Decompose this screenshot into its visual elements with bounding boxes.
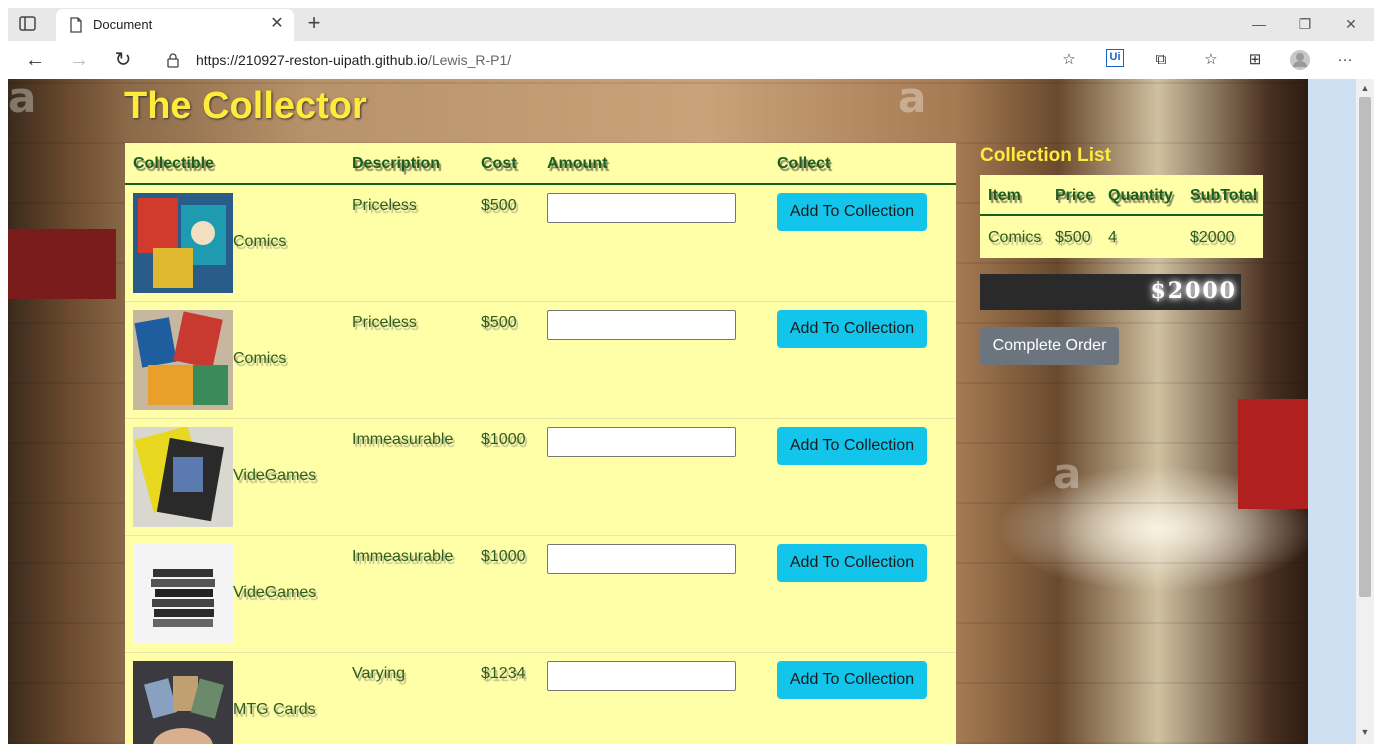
- collectible-name: VideGames: [233, 584, 317, 601]
- collectible-name: Comics: [233, 233, 287, 250]
- restore-icon[interactable]: ❐: [1292, 14, 1318, 34]
- header-item: Item: [988, 187, 1021, 204]
- collectible-cost: $1000: [481, 548, 526, 565]
- list-item-price: $500: [1055, 229, 1091, 246]
- order-total: $2000: [1150, 278, 1237, 304]
- collectible-cost: $500: [481, 197, 517, 214]
- list-item-name: Comics: [988, 229, 1042, 246]
- add-to-collection-button[interactable]: Add To Collection: [777, 544, 927, 582]
- forward-icon[interactable]: →: [66, 48, 92, 72]
- header-description: Description: [352, 155, 441, 172]
- collections-icon[interactable]: ⊞: [1244, 49, 1266, 71]
- collectible-cost: $1234: [481, 665, 526, 682]
- close-tab-icon[interactable]: ✕: [268, 15, 286, 33]
- uipath-extension-icon[interactable]: Ui: [1106, 49, 1124, 67]
- list-item-quantity: 4: [1108, 229, 1117, 246]
- amount-input[interactable]: [547, 310, 736, 340]
- back-icon[interactable]: ←: [22, 48, 48, 72]
- watermark-logo: a: [8, 79, 37, 122]
- add-to-collection-button[interactable]: Add To Collection: [777, 310, 927, 348]
- amount-input[interactable]: [547, 193, 736, 223]
- table-row: VideGames Immeasurable $1000 Add To Coll…: [125, 419, 956, 536]
- table-row: Comics Priceless $500 Add To Collection: [125, 302, 956, 419]
- amount-input[interactable]: [547, 427, 736, 457]
- collection-list-header: Item Price Quantity SubTotal: [980, 175, 1263, 216]
- browser-tab[interactable]: Document ✕: [56, 9, 294, 41]
- document-icon: [68, 17, 84, 33]
- header-collect: Collect: [777, 155, 831, 172]
- watermark-logo: a: [1053, 449, 1082, 498]
- header-quantity: Quantity: [1108, 187, 1173, 204]
- page-viewport: a a a The Collector Collectible Descript…: [8, 79, 1308, 744]
- videogames-image: [133, 544, 233, 644]
- new-tab-icon[interactable]: +: [304, 12, 324, 34]
- tab-title: Document: [93, 17, 153, 32]
- lock-icon: [166, 52, 180, 68]
- collectible-name: VideGames: [233, 467, 317, 484]
- url-text: https://210927-reston-uipath.github.io/L…: [196, 52, 512, 68]
- header-price: Price: [1055, 187, 1095, 204]
- collectible-description: Immeasurable: [352, 431, 454, 448]
- complete-order-button[interactable]: Complete Order: [980, 327, 1119, 365]
- scroll-down-icon[interactable]: ▼: [1357, 725, 1373, 739]
- collectible-description: Immeasurable: [352, 548, 454, 565]
- collectible-name: Comics: [233, 350, 287, 367]
- more-menu-icon[interactable]: ···: [1334, 49, 1356, 71]
- scrollbar-thumb[interactable]: [1359, 97, 1371, 597]
- extensions-icon[interactable]: ⧉: [1150, 49, 1172, 71]
- collection-list-table: Item Price Quantity SubTotal Comics $500…: [980, 175, 1263, 258]
- add-to-collection-button[interactable]: Add To Collection: [777, 193, 927, 231]
- table-row: MTG Cards Varying $1234 Add To Collectio…: [125, 653, 956, 744]
- videogames-image: [133, 426, 233, 527]
- watermark-logo: a: [898, 79, 927, 122]
- add-to-collection-button[interactable]: Add To Collection: [777, 427, 927, 465]
- amount-input[interactable]: [547, 544, 736, 574]
- collectible-description: Priceless: [352, 197, 417, 214]
- favorite-add-icon[interactable]: ☆: [1058, 49, 1080, 71]
- collectible-cost: $500: [481, 314, 517, 331]
- add-to-collection-button[interactable]: Add To Collection: [777, 661, 927, 699]
- background-sign: [8, 229, 116, 299]
- collectible-name: MTG Cards: [233, 701, 316, 718]
- header-cost: Cost: [481, 155, 517, 172]
- table-header: Collectible Description Cost Amount Coll…: [125, 143, 956, 185]
- browser-window: Document ✕ + — ❐ ✕ ← → ↻ https://210927-…: [8, 8, 1374, 744]
- order-total-display: $2000: [980, 274, 1241, 310]
- header-collectible: Collectible: [133, 155, 214, 172]
- background-poster: [1238, 399, 1308, 509]
- collectible-description: Varying: [352, 665, 406, 682]
- refresh-icon[interactable]: ↻: [110, 48, 136, 72]
- comics-image: [133, 310, 233, 410]
- favorites-icon[interactable]: ☆: [1200, 49, 1222, 71]
- table-row: VideGames Immeasurable $1000 Add To Coll…: [125, 536, 956, 653]
- tab-bar: Document ✕ + — ❐ ✕: [8, 8, 1374, 41]
- comics-image: [133, 193, 233, 293]
- page-scrollbar[interactable]: ▲ ▼: [1308, 79, 1374, 744]
- mtg-cards-image: [133, 661, 233, 744]
- tab-actions-icon[interactable]: [18, 15, 38, 33]
- profile-avatar-icon[interactable]: [1289, 49, 1311, 71]
- collectibles-table: Collectible Description Cost Amount Coll…: [125, 143, 956, 744]
- collectible-cost: $1000: [481, 431, 526, 448]
- table-row: Comics Priceless $500 Add To Collection: [125, 185, 956, 302]
- address-bar[interactable]: https://210927-reston-uipath.github.io/L…: [152, 45, 1098, 75]
- header-subtotal: SubTotal: [1190, 187, 1258, 204]
- list-item-subtotal: $2000: [1190, 229, 1235, 246]
- browser-toolbar: ← → ↻ https://210927-reston-uipath.githu…: [8, 41, 1374, 79]
- collection-list-title: Collection List: [980, 145, 1111, 166]
- page-title: The Collector: [124, 85, 367, 127]
- scroll-up-icon[interactable]: ▲: [1357, 81, 1373, 95]
- minimize-icon[interactable]: —: [1246, 14, 1272, 34]
- collectible-description: Priceless: [352, 314, 417, 331]
- amount-input[interactable]: [547, 661, 736, 691]
- close-window-icon[interactable]: ✕: [1338, 14, 1364, 34]
- header-amount: Amount: [547, 155, 608, 172]
